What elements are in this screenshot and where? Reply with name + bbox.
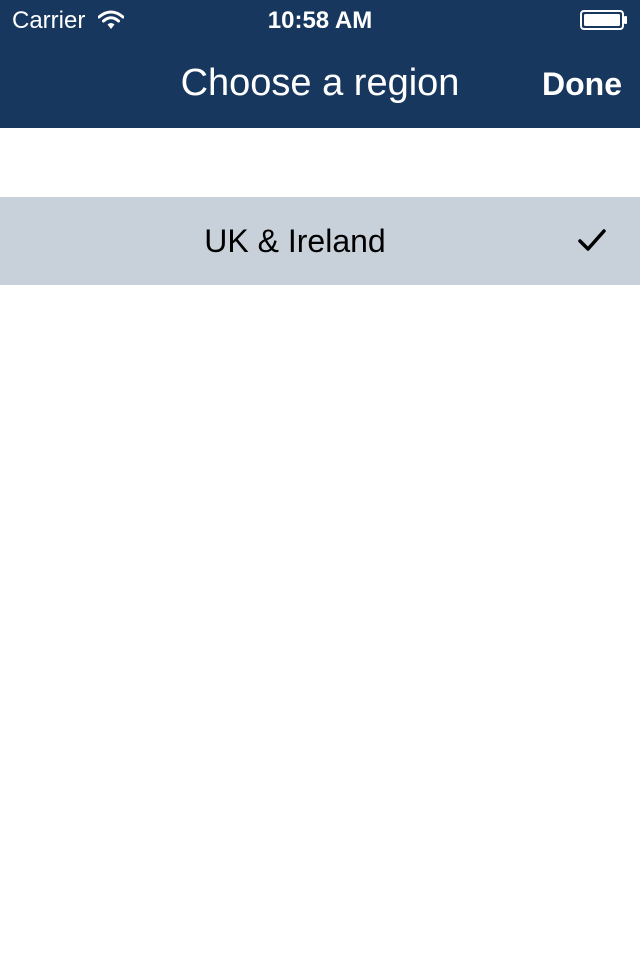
navigation-bar: Choose a region Done bbox=[0, 40, 640, 128]
battery-icon bbox=[580, 10, 627, 30]
checkmark-icon bbox=[578, 229, 606, 251]
region-list: UK & Ireland bbox=[0, 197, 640, 285]
status-bar: Carrier 10:58 AM bbox=[0, 0, 640, 40]
region-row-uk-ireland[interactable]: UK & Ireland bbox=[0, 197, 640, 285]
status-time: 10:58 AM bbox=[267, 7, 373, 34]
region-label: UK & Ireland bbox=[204, 223, 386, 259]
header: Carrier 10:58 AM Choose a region Done bbox=[0, 0, 640, 128]
region-picker-screen: Carrier 10:58 AM Choose a region Done UK… bbox=[0, 0, 640, 960]
done-button[interactable]: Done bbox=[542, 64, 622, 104]
